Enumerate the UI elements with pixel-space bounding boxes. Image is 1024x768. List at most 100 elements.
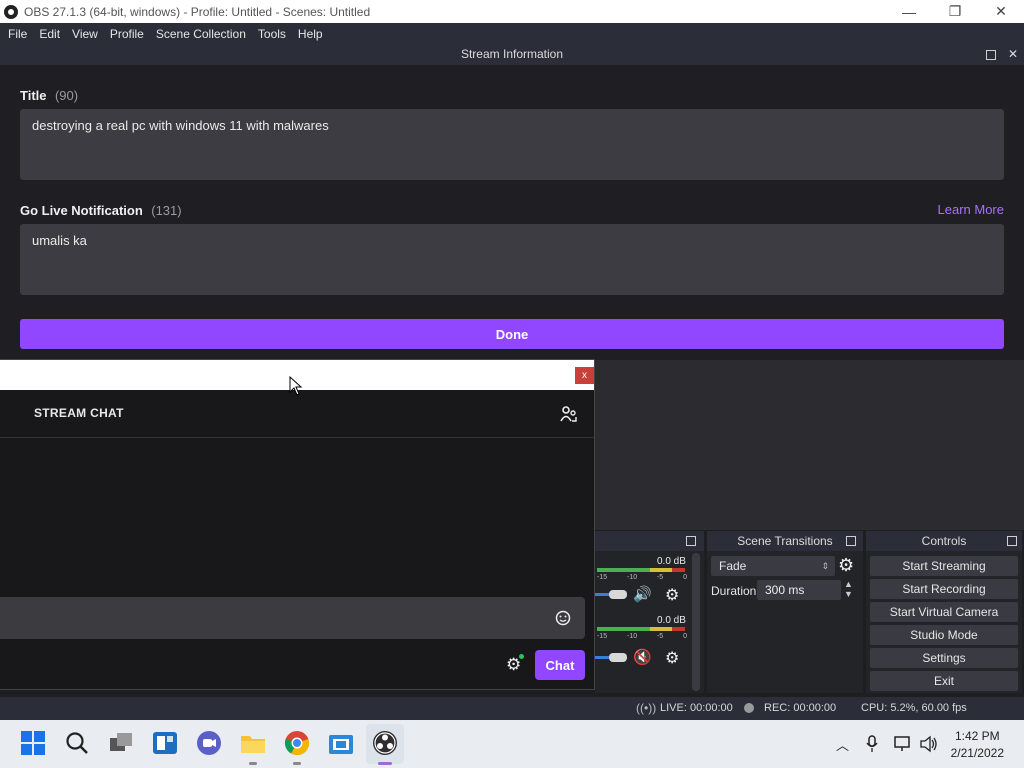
settings-button[interactable]: Settings [870,648,1018,668]
system-clock[interactable]: 1:42 PM 2/21/2022 [951,728,1004,762]
cpu-usage: CPU: 5.2%, 60.00 fps [861,702,967,714]
emote-icon[interactable] [555,610,571,626]
widgets-icon[interactable] [152,730,180,758]
chat-send-button[interactable]: Chat [535,650,585,680]
start-streaming-button[interactable]: Start Streaming [870,556,1018,576]
record-indicator-icon [744,703,754,713]
track1-meter [597,568,685,572]
menu-file[interactable]: File [4,27,35,41]
track1-volume-slider[interactable] [595,593,609,596]
undock-icon[interactable] [1007,536,1017,546]
minimize-button[interactable]: — [886,0,932,23]
notification-input[interactable]: umalis ka [20,224,1004,295]
chat-message-input[interactable] [0,597,585,639]
start-virtual-camera-button[interactable]: Start Virtual Camera [870,602,1018,622]
start-recording-button[interactable]: Start Recording [870,579,1018,599]
controls-header: Controls [866,531,1022,551]
chrome-icon[interactable] [284,730,312,758]
duration-input[interactable]: 300 ms [757,580,841,600]
rec-timer: REC: 00:00:00 [764,702,837,714]
close-window-button[interactable]: ✕ [978,0,1024,23]
windows-start-icon[interactable] [20,730,48,758]
menu-profile[interactable]: Profile [106,27,152,41]
learn-more-link[interactable]: Learn More [938,202,1004,217]
track1-slider-handle[interactable] [609,590,627,599]
clock-date: 2/21/2022 [950,746,1004,760]
track2-slider-handle[interactable] [609,653,627,662]
title-input-value: destroying a real pc with windows 11 wit… [32,118,329,133]
duration-label: Duration [711,584,757,598]
broadcast-icon: ((•)) [636,701,657,715]
search-icon[interactable] [64,730,92,758]
title-label: Title [20,88,47,103]
file-explorer-icon[interactable] [240,730,268,758]
notif-label-row: Go Live Notification (131) [20,202,182,220]
status-bar: ((•)) LIVE: 00:00:00 REC: 00:00:00 CPU: … [0,697,1024,720]
track2-scale: -15 -10 -5 0 [597,633,687,640]
chat-close-button[interactable]: x [575,367,594,384]
speaker-icon[interactable]: 🔊 [633,585,652,603]
mixer-scrollbar[interactable] [692,553,700,691]
close-dock-icon[interactable]: ✕ [1008,47,1018,61]
running-indicator [249,762,257,765]
gear-icon[interactable]: ⚙ [665,585,679,605]
menu-view[interactable]: View [68,27,106,41]
menu-tools[interactable]: Tools [254,27,294,41]
menu-edit[interactable]: Edit [35,27,68,41]
active-indicator [378,762,392,765]
menu-scene-collection[interactable]: Scene Collection [152,27,254,41]
volume-icon[interactable] [920,735,938,753]
network-icon[interactable] [894,735,912,753]
live-timer: LIVE: 00:00:00 [660,702,733,714]
undock-icon[interactable] [846,536,856,546]
teams-chat-icon[interactable] [196,730,224,758]
notification-input-value: umalis ka [32,233,87,248]
audio-mixer-dock: 0.0 dB -15 -10 -5 0 🔊 ⚙ 0.0 dB -15 -10 -5 0 🔇 … [595,531,704,693]
track1-db: 0.0 dB [657,556,686,567]
transitions-header: Scene Transitions [707,531,863,551]
running-indicator [293,762,301,765]
title-label-row: Title (90) [20,87,78,105]
windows-taskbar: ︿ 1:42 PM 2/21/2022 [0,720,1024,768]
chat-header-title: STREAM CHAT [34,406,124,420]
title-input[interactable]: destroying a real pc with windows 11 wit… [20,109,1004,180]
studio-mode-button[interactable]: Studio Mode [870,625,1018,645]
window-title: OBS 27.1.3 (64-bit, windows) - Profile: … [24,4,371,19]
menu-help[interactable]: Help [294,27,331,41]
scene-transitions-dock: Scene Transitions Fade ⇕ ⚙ Duration 300 … [707,531,863,693]
menu-bar: File Edit View Profile Scene Collection … [0,23,1024,44]
notif-char-count: (131) [151,203,182,218]
undock-icon[interactable] [986,50,996,60]
undock-icon[interactable] [686,536,696,546]
track1-scale: -15 -10 -5 0 [597,574,687,581]
settings-notification-dot [519,654,524,659]
clock-time: 1:42 PM [954,729,1000,743]
duration-stepper[interactable]: ▲ ▼ [844,579,853,599]
dock-header-stream-info: Stream Information [0,44,1024,65]
track2-meter [597,627,685,631]
track2-volume-slider[interactable] [595,656,609,659]
gear-icon[interactable]: ⚙ [665,648,679,668]
window-titlebar: OBS 27.1.3 (64-bit, windows) - Profile: … [0,0,1024,23]
exit-button[interactable]: Exit [870,671,1018,691]
gear-icon[interactable]: ⚙ [838,555,854,576]
duration-value: 300 ms [765,583,805,597]
store-icon[interactable] [328,730,356,758]
stream-info-title: Stream Information [460,47,564,61]
notif-label: Go Live Notification [20,203,143,218]
transition-select[interactable]: Fade ⇕ [711,556,835,576]
task-view-icon[interactable] [108,730,136,758]
title-char-count: (90) [54,88,79,103]
controls-dock: Controls Start Streaming Start Recording… [866,531,1022,693]
done-button[interactable]: Done [20,319,1004,349]
muted-speaker-icon[interactable]: 🔇 [633,648,652,666]
microphone-icon[interactable] [866,735,878,753]
stream-chat-popup: x STREAM CHAT ⚙ Chat [0,359,595,690]
maximize-button[interactable]: ❐ [932,0,978,23]
users-icon[interactable] [560,406,578,422]
chevron-up-icon[interactable]: ︿ [836,735,849,754]
obs-taskbar-icon[interactable] [372,730,400,758]
stream-information-dock: Stream Information ✕ Title (90) destroyi… [0,44,1024,360]
updown-icon: ⇕ [821,561,829,571]
track2-db: 0.0 dB [657,615,686,626]
